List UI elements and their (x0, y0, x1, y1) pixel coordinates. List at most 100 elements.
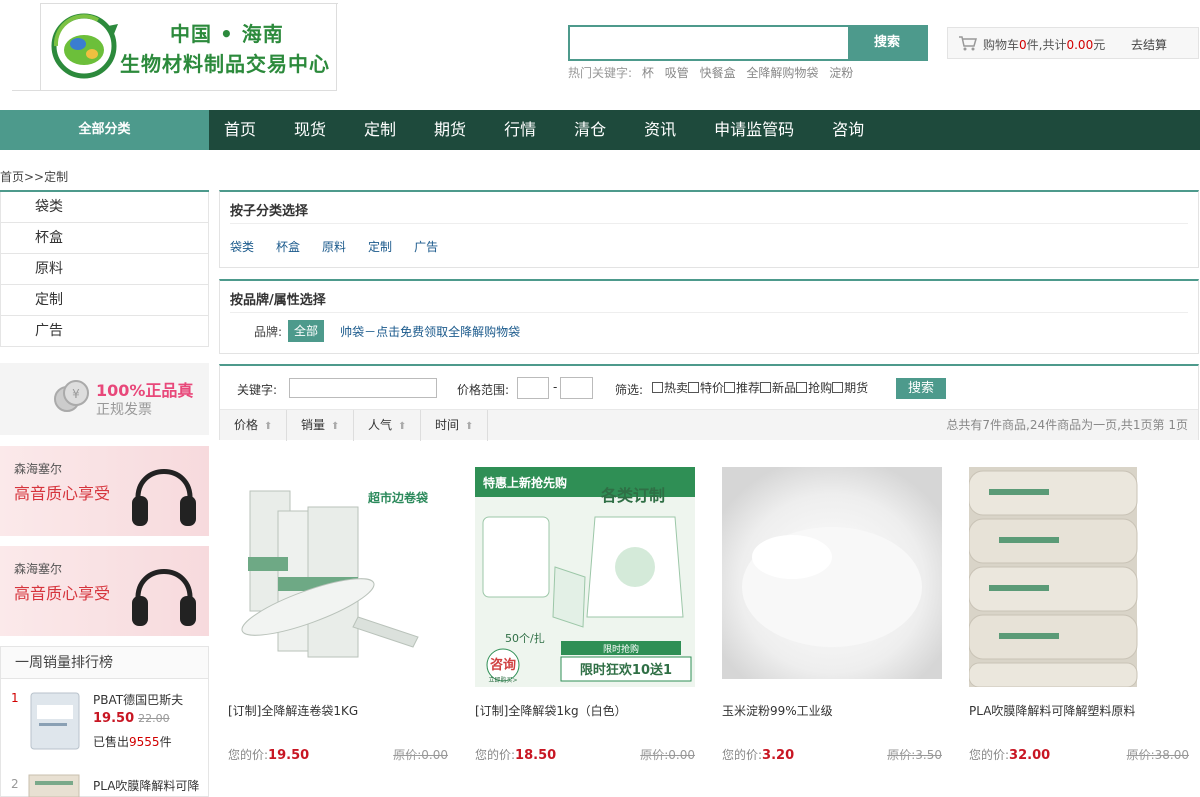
hot-keyword[interactable]: 淀粉 (829, 66, 853, 80)
search-filter-bar: 关键字: 价格范围: - 筛选: 热卖 特价 推荐 新品 抢购 期货 搜索 价格… (219, 364, 1199, 441)
image-limited: 限时抢购 (603, 643, 639, 655)
hot-keyword[interactable]: 杯 (642, 66, 654, 80)
panel-title: 按子分类选择 (230, 204, 309, 219)
filter-search-button[interactable]: 搜索 (896, 378, 946, 399)
product-card[interactable]: 超市边卷袋 [订制]全降解连卷袋1KG 您的价:19.50 原价:0.00 (228, 467, 448, 777)
product-price: 您的价:18.50 (475, 746, 556, 763)
cart-count: 0 (1019, 38, 1027, 52)
divider (230, 223, 1188, 224)
nav-item-market[interactable]: 行情 (489, 110, 551, 150)
checkbox[interactable] (688, 382, 700, 393)
product-name[interactable]: PLA吹膜降解料可降解塑料原料 (969, 702, 1135, 719)
search-input[interactable] (570, 27, 848, 59)
subcategory-panel: 按子分类选择 袋类 杯盒 原料 定制 广告 (219, 190, 1199, 268)
filter-checkbox-new[interactable]: 新品 (760, 379, 796, 396)
ranking-product-name[interactable]: PBAT德国巴斯夫 (93, 691, 183, 708)
nav-item-clearance[interactable]: 清仓 (559, 110, 621, 150)
hot-keywords-label: 热门关键字: (568, 66, 633, 80)
logo-frame (336, 3, 337, 91)
breadcrumb[interactable]: 首页>>定制 (0, 168, 68, 185)
ranking-price: 19.50 22.00 (93, 711, 170, 726)
sort-arrow-icon: ⬆ (331, 421, 340, 432)
brand-all-button[interactable]: 全部 (288, 320, 325, 342)
divider (230, 312, 1188, 313)
ranking-price-value: 19.50 (93, 711, 135, 726)
nav-item-home[interactable]: 首页 (209, 110, 271, 150)
nav-item-consult[interactable]: 咨询 (817, 110, 879, 150)
image-banner: 特惠上新抢先购 (483, 475, 567, 490)
keyword-input[interactable] (289, 378, 437, 398)
filter-checkbox-hot[interactable]: 热卖 (652, 379, 688, 396)
sort-by-popularity-button[interactable]: 人气 ⬆ (354, 410, 421, 441)
category-item-custom[interactable]: 定制 (0, 285, 209, 316)
promo-title: 100%正品真 (96, 381, 194, 400)
hot-keyword[interactable]: 吸管 (665, 66, 689, 80)
panel-title: 按品牌/属性选择 (230, 293, 326, 308)
sold-unit: 件 (159, 735, 172, 749)
category-item-bags[interactable]: 袋类 (0, 192, 209, 223)
product-card[interactable]: 玉米淀粉99%工业级 您的价:3.20 原价:3.50 (722, 467, 942, 777)
filter-checkbox-recommend[interactable]: 推荐 (724, 379, 760, 396)
sort-bar: 价格 ⬆ 销量 ⬆ 人气 ⬆ 时间 ⬆ 总共有7件商品,24件商品为一页,共1页第 1页 (220, 409, 1198, 441)
search-button[interactable]: 搜索 (848, 27, 926, 59)
product-name[interactable]: 玉米淀粉99%工业级 (722, 702, 833, 719)
genuine-promo-banner[interactable]: ¥ 100%正品真 正规发票 (0, 363, 209, 435)
checkbox[interactable] (724, 382, 736, 393)
headphone-promo-banner[interactable]: 森海塞尔 高音质心享受 (0, 546, 209, 636)
sort-by-price-button[interactable]: 价格 ⬆ (220, 410, 287, 441)
sort-by-sales-button[interactable]: 销量 ⬆ (287, 410, 354, 441)
subcategory-link[interactable]: 定制 (368, 238, 392, 255)
price-label: 您的价: (475, 748, 516, 762)
ranking-product-name[interactable]: PLA吹膜降解料可降 (93, 777, 199, 794)
sort-by-time-button[interactable]: 时间 ⬆ (421, 410, 488, 441)
hot-keyword[interactable]: 全降解购物袋 (746, 66, 818, 80)
filter-checkbox-flash[interactable]: 抢购 (796, 379, 832, 396)
all-categories-button[interactable]: 全部分类 (0, 110, 209, 150)
subcategory-link[interactable]: 原料 (322, 238, 346, 255)
price-min-input[interactable] (517, 377, 549, 399)
nav-item-futures[interactable]: 期货 (419, 110, 481, 150)
checkbox[interactable] (832, 382, 844, 393)
coin-icon: ¥ (54, 380, 89, 412)
product-name[interactable]: [订制]全降解连卷袋1KG (228, 702, 358, 719)
product-image[interactable] (969, 467, 1189, 687)
category-list: 袋类 杯盒 原料 定制 广告 (0, 190, 209, 347)
nav-item-news[interactable]: 资讯 (629, 110, 691, 150)
subcategory-link[interactable]: 袋类 (230, 238, 254, 255)
cart-widget[interactable]: 购物车0件,共计0.00元 去结算 (947, 27, 1199, 59)
filter-checkbox-futures[interactable]: 期货 (832, 379, 868, 396)
checkout-link[interactable]: 去结算 (1131, 36, 1167, 53)
category-item-ads[interactable]: 广告 (0, 316, 209, 347)
subcategory-link[interactable]: 杯盒 (276, 238, 300, 255)
checkbox[interactable] (760, 382, 772, 393)
promo-slogan: 高音质心享受 (14, 484, 111, 503)
filter-checkbox-special[interactable]: 特价 (688, 379, 724, 396)
nav-item-spot[interactable]: 现货 (279, 110, 341, 150)
category-item-materials[interactable]: 原料 (0, 254, 209, 285)
headphone-promo-banner[interactable]: 森海塞尔 高音质心享受 (0, 446, 209, 536)
hot-keyword[interactable]: 快餐盒 (700, 66, 736, 80)
price-max-input[interactable] (560, 377, 593, 399)
product-image[interactable]: 超市边卷袋 (228, 467, 448, 687)
product-card[interactable]: PLA吹膜降解料可降解塑料原料 您的价:32.00 原价:38.00 (969, 467, 1189, 777)
product-image[interactable]: 特惠上新抢先购 各类订制 50个/扎 咨询 立即购买> 限时抢购 限时狂欢10送… (475, 467, 695, 687)
price-dash: - (553, 380, 558, 394)
product-name[interactable]: [订制]全降解袋1kg（白色） (475, 702, 627, 719)
product-image[interactable] (722, 467, 942, 687)
ranking-item[interactable]: 2 PLA吹膜降解料可降 (1, 767, 210, 797)
category-item-cups[interactable]: 杯盒 (0, 223, 209, 254)
nav-item-custom[interactable]: 定制 (349, 110, 411, 150)
logo-line2: 生物材料制品交易中心 (120, 52, 330, 76)
sort-label: 时间 (435, 418, 460, 432)
checkbox[interactable] (796, 382, 808, 393)
checkbox[interactable] (652, 382, 663, 393)
product-card[interactable]: 特惠上新抢先购 各类订制 50个/扎 咨询 立即购买> 限时抢购 限时狂欢10送… (475, 467, 695, 777)
image-buy: 立即购买> (488, 676, 517, 684)
image-qty: 50个/扎 (505, 631, 545, 645)
subcategory-link[interactable]: 广告 (414, 238, 438, 255)
nav-item-apply-code[interactable]: 申请监管码 (699, 110, 809, 150)
logo-line1: 中国 • 海南 (170, 22, 284, 46)
site-logo[interactable]: 中国 • 海南 生物材料制品交易中心 (12, 0, 338, 96)
brand-link[interactable]: 帅袋－点击免费领取全降解购物袋 (340, 323, 520, 340)
ranking-item[interactable]: 1 PBAT德国巴斯夫 19.50 22.00 已售出9555件 (1, 687, 210, 757)
